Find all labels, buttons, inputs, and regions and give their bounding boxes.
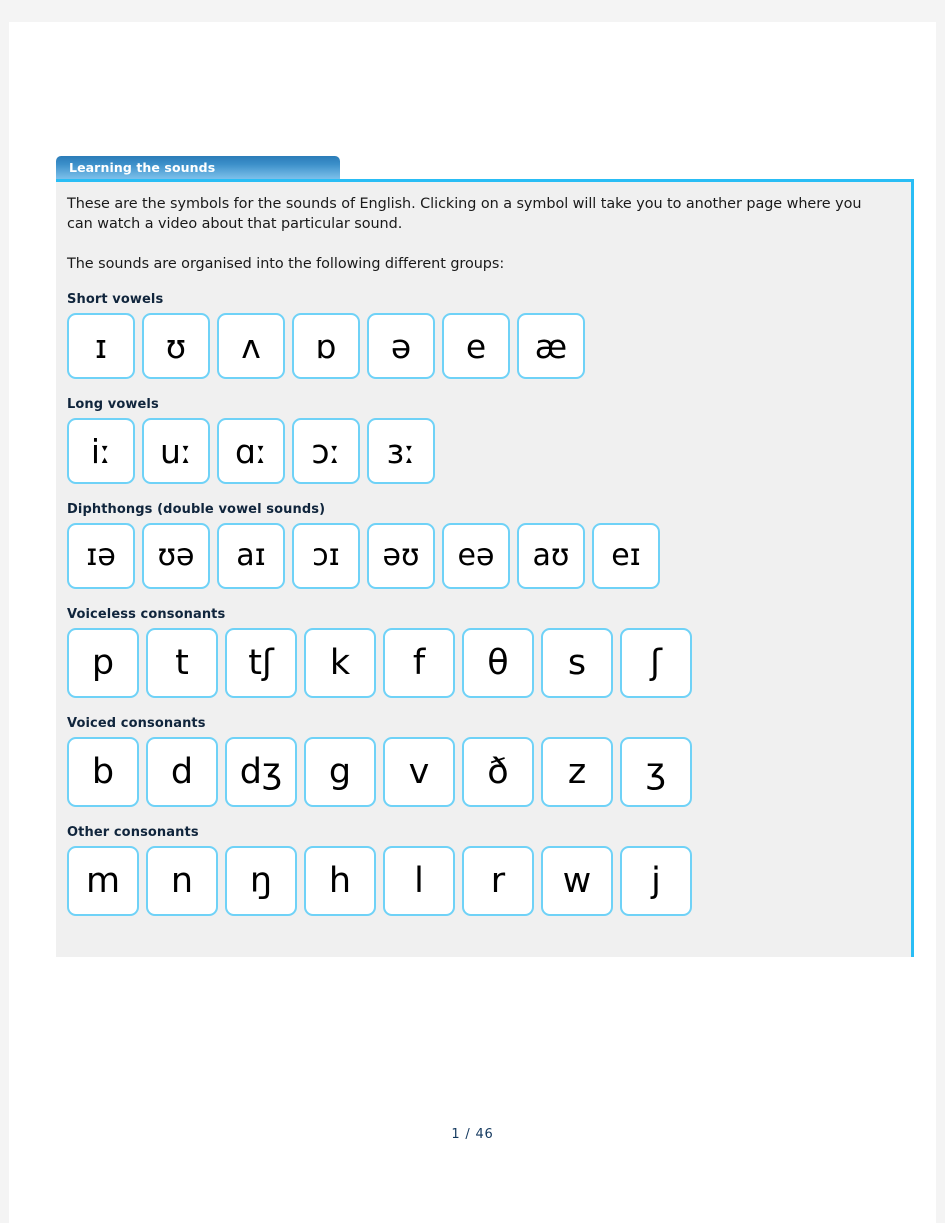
phonetic-symbol-button[interactable]: h <box>304 846 376 916</box>
phonetic-symbol-button[interactable]: m <box>67 846 139 916</box>
symbol-row-2: ɪə ʊə aɪ ɔɪ əʊ eə aʊ eɪ <box>67 523 911 589</box>
phonetic-symbol-button[interactable]: θ <box>462 628 534 698</box>
phonetic-symbol-button[interactable]: ŋ <box>225 846 297 916</box>
phonetic-symbol-button[interactable]: p <box>67 628 139 698</box>
phonetic-symbol-button[interactable]: iː <box>67 418 135 484</box>
phonetic-symbol-button[interactable]: e <box>442 313 510 379</box>
phonetic-symbol-button[interactable]: æ <box>517 313 585 379</box>
phonetic-symbol-button[interactable]: aʊ <box>517 523 585 589</box>
phonetic-symbol-button[interactable]: ʒ <box>620 737 692 807</box>
phonetic-symbol-button[interactable]: l <box>383 846 455 916</box>
phonetic-symbol-button[interactable]: ɒ <box>292 313 360 379</box>
phonetic-symbol-button[interactable]: ð <box>462 737 534 807</box>
phonetic-symbol-button[interactable]: z <box>541 737 613 807</box>
phonetic-symbol-button[interactable]: j <box>620 846 692 916</box>
phonetic-symbol-button[interactable]: ɔː <box>292 418 360 484</box>
phonetic-symbol-button[interactable]: g <box>304 737 376 807</box>
phonetic-symbol-button[interactable]: dʒ <box>225 737 297 807</box>
panel-body: These are the symbols for the sounds of … <box>56 182 914 957</box>
phonetic-symbol-button[interactable]: ɑː <box>217 418 285 484</box>
phonetic-symbol-button[interactable]: ʃ <box>620 628 692 698</box>
phonetic-symbol-button[interactable]: k <box>304 628 376 698</box>
intro-paragraph-2: The sounds are organised into the follow… <box>67 256 505 272</box>
symbol-row-3: p t tʃ k f θ s ʃ <box>67 628 911 698</box>
phonetic-symbol-button[interactable]: d <box>146 737 218 807</box>
phonetic-symbol-button[interactable]: ɪə <box>67 523 135 589</box>
phonetic-symbol-button[interactable]: ɪ <box>67 313 135 379</box>
group-label-0: Short vowels <box>67 292 164 307</box>
phonetic-symbol-button[interactable]: n <box>146 846 218 916</box>
symbol-row-5: mnŋhlrwj <box>67 846 911 916</box>
phonetic-symbol-button[interactable]: ɜː <box>367 418 435 484</box>
phonetic-symbol-button[interactable]: ə <box>367 313 435 379</box>
phonetic-symbol-button[interactable]: r <box>462 846 534 916</box>
page-indicator: 1 / 46 <box>451 1127 494 1142</box>
symbol-row-0: ɪʊʌɒəeæ <box>67 313 911 379</box>
phonetic-symbol-button[interactable]: v <box>383 737 455 807</box>
phonetic-symbol-button[interactable]: t <box>146 628 218 698</box>
phonetic-symbol-button[interactable]: əʊ <box>367 523 435 589</box>
phonetic-symbol-button[interactable]: tʃ <box>225 628 297 698</box>
phonetic-symbol-button[interactable]: eɪ <box>592 523 660 589</box>
phonetic-symbol-button[interactable]: w <box>541 846 613 916</box>
group-label-5: Other consonants <box>67 825 199 840</box>
learning-sounds-panel: Learning the sounds These are the symbol… <box>56 156 914 957</box>
tab-underline-divider <box>56 179 914 182</box>
phonetic-symbol-button[interactable]: f <box>383 628 455 698</box>
symbol-row-4: b d dʒ g v ð z ʒ <box>67 737 911 807</box>
phonetic-symbol-button[interactable]: b <box>67 737 139 807</box>
intro-paragraph-1: These are the symbols for the sounds of … <box>67 196 862 232</box>
phonetic-symbol-button[interactable]: uː <box>142 418 210 484</box>
symbol-row-1: iː uː ɑː ɔː ɜː <box>67 418 911 484</box>
phonetic-symbol-button[interactable]: ɔɪ <box>292 523 360 589</box>
phonetic-symbol-button[interactable]: aɪ <box>217 523 285 589</box>
group-label-4: Voiced consonants <box>67 716 206 731</box>
sound-groups-container: Short vowels ɪ ʊ ʌ ɒ ə e æ Long vowels iː uː ɑː ɔː ɜː… <box>67 292 911 916</box>
document-page: Learning the sounds These are the symbol… <box>9 22 936 1223</box>
phonetic-symbol-button[interactable]: s <box>541 628 613 698</box>
phonetic-symbol-button[interactable]: ʌ <box>217 313 285 379</box>
group-label-3: Voiceless consonants <box>67 607 226 622</box>
phonetic-symbol-button[interactable]: eə <box>442 523 510 589</box>
group-label-1: Long vowels <box>67 397 159 412</box>
phonetic-symbol-button[interactable]: ʊə <box>142 523 210 589</box>
group-label-2: Diphthongs (double vowel sounds) <box>67 502 326 517</box>
phonetic-symbol-button[interactable]: ʊ <box>142 313 210 379</box>
panel-tab-header[interactable]: Learning the sounds <box>56 156 340 179</box>
